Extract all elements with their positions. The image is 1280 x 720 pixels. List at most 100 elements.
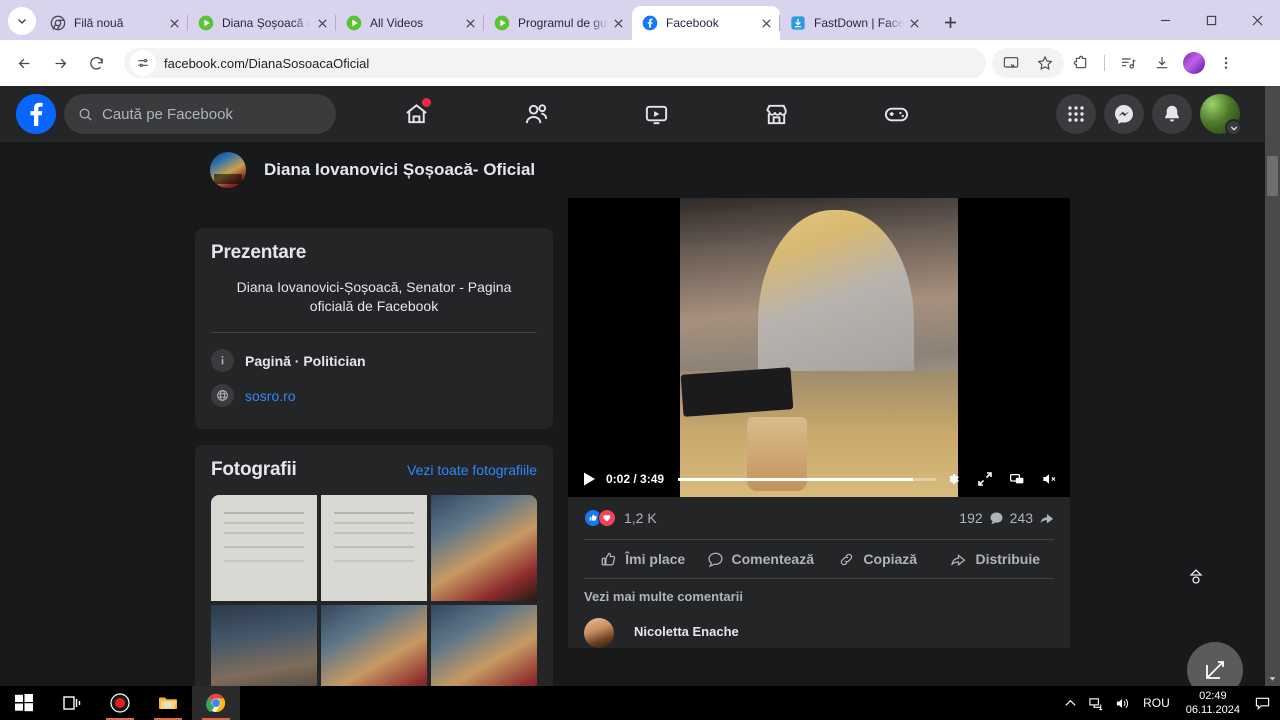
photo-thumbnail[interactable] bbox=[211, 605, 317, 686]
kebab-menu-icon[interactable] bbox=[1211, 48, 1241, 78]
new-tab-button[interactable] bbox=[936, 8, 964, 36]
chevron-down-icon bbox=[18, 19, 26, 24]
close-icon[interactable] bbox=[904, 13, 924, 33]
photo-thumbnail[interactable] bbox=[211, 495, 317, 601]
about-website-link[interactable]: sosro.ro bbox=[245, 388, 296, 404]
close-icon[interactable] bbox=[312, 13, 332, 33]
nav-home[interactable] bbox=[356, 90, 476, 138]
chrome-taskbar-icon[interactable] bbox=[192, 686, 240, 720]
reload-button[interactable] bbox=[80, 47, 112, 79]
reaction-icons[interactable] bbox=[584, 509, 616, 527]
marketplace-icon bbox=[765, 104, 787, 124]
account-avatar[interactable] bbox=[1200, 94, 1242, 136]
nav-video[interactable] bbox=[596, 90, 716, 138]
copy-link-button[interactable]: Copiază bbox=[819, 551, 937, 568]
share-label: Distribuie bbox=[975, 551, 1041, 567]
network-icon[interactable] bbox=[1083, 686, 1109, 720]
address-bar[interactable]: facebook.com/DianaSosoacaOficial bbox=[124, 48, 986, 78]
mute-volume-icon[interactable] bbox=[1036, 466, 1062, 492]
share-button[interactable]: Distribuie bbox=[937, 551, 1055, 568]
comment-button[interactable]: Comentează bbox=[702, 551, 820, 568]
fullscreen-icon[interactable] bbox=[972, 466, 998, 492]
action-center-icon[interactable] bbox=[1248, 686, 1276, 720]
share-count[interactable]: 243 bbox=[1010, 510, 1033, 526]
settings-gear-icon[interactable] bbox=[940, 466, 966, 492]
page-avatar[interactable] bbox=[210, 152, 246, 188]
browser-tab-active[interactable]: Facebook bbox=[632, 6, 780, 40]
scroll-down-arrow-icon[interactable] bbox=[1265, 671, 1280, 686]
browser-tab[interactable]: Filă nouă bbox=[40, 6, 188, 40]
close-icon[interactable] bbox=[460, 13, 480, 33]
gaming-icon bbox=[884, 107, 908, 121]
page-content: Prezentare Diana Iovanovici-Șoșoacă, Sen… bbox=[0, 198, 1280, 686]
close-icon[interactable] bbox=[756, 13, 776, 33]
video-icon bbox=[645, 105, 667, 124]
file-explorer-icon[interactable] bbox=[144, 686, 192, 720]
notifications-icon[interactable] bbox=[1152, 94, 1192, 134]
about-category-row: Pagină · Politician bbox=[211, 343, 537, 378]
url-text: facebook.com/DianaSosoacaOficial bbox=[164, 55, 370, 71]
picture-in-picture-icon[interactable] bbox=[1004, 466, 1030, 492]
download-blue-icon bbox=[790, 15, 806, 31]
browser-tab[interactable]: Diana Șoșoacă - D bbox=[187, 6, 336, 40]
like-button[interactable]: Îmi place bbox=[584, 551, 702, 568]
record-icon[interactable] bbox=[96, 686, 144, 720]
about-website-row[interactable]: sosro.ro bbox=[211, 378, 537, 413]
bookmark-star-icon[interactable] bbox=[1030, 48, 1060, 78]
video-player[interactable]: 0:02 / 3:49 bbox=[568, 198, 1070, 497]
divider bbox=[211, 332, 537, 333]
tab-search-button[interactable] bbox=[8, 7, 36, 35]
comment-count[interactable]: 192 bbox=[959, 510, 982, 526]
post-actions: Îmi place Comentează Copiază Distribuie bbox=[584, 539, 1054, 579]
photo-thumbnail[interactable] bbox=[431, 495, 537, 601]
photo-thumbnail[interactable] bbox=[321, 605, 427, 686]
close-icon[interactable] bbox=[164, 13, 184, 33]
like-label: Îmi place bbox=[625, 551, 686, 567]
language-indicator[interactable]: ROU bbox=[1143, 696, 1170, 710]
facebook-logo-icon[interactable] bbox=[16, 94, 56, 134]
forward-button[interactable] bbox=[44, 47, 76, 79]
browser-tab[interactable]: FastDown | Facebo bbox=[779, 6, 928, 40]
messenger-icon[interactable] bbox=[1104, 94, 1144, 134]
see-all-photos-link[interactable]: Vezi toate fotografiile bbox=[407, 462, 537, 478]
compose-button[interactable] bbox=[1187, 642, 1243, 686]
media-list-icon[interactable] bbox=[1113, 48, 1143, 78]
browser-tab[interactable]: All Videos bbox=[335, 6, 484, 40]
photo-thumbnail[interactable] bbox=[321, 495, 427, 601]
cast-icon[interactable] bbox=[996, 48, 1026, 78]
reactions-row: 1,2 K 192 243 bbox=[568, 497, 1070, 539]
downloads-icon[interactable] bbox=[1147, 48, 1177, 78]
comment-author[interactable]: Nicoletta Enache bbox=[634, 624, 739, 639]
page-scrollbar[interactable] bbox=[1265, 86, 1280, 686]
browser-tab[interactable]: Programul de guve bbox=[483, 6, 632, 40]
close-icon[interactable] bbox=[1234, 4, 1280, 36]
nav-friends[interactable] bbox=[476, 90, 596, 138]
extensions-icon[interactable] bbox=[1066, 48, 1096, 78]
facebook-top-bar: Caută pe Facebook bbox=[0, 86, 1280, 142]
clock[interactable]: 02:49 06.11.2024 bbox=[1186, 689, 1240, 717]
windows-start-icon[interactable] bbox=[0, 686, 48, 720]
photo-thumbnail[interactable] bbox=[431, 605, 537, 686]
see-more-comments-link[interactable]: Vezi mai multe comentarii bbox=[584, 589, 1054, 604]
profile-avatar[interactable] bbox=[1183, 52, 1205, 74]
chevron-up-icon[interactable] bbox=[1057, 686, 1083, 720]
close-icon[interactable] bbox=[608, 13, 628, 33]
clock-time: 02:49 bbox=[1199, 690, 1227, 702]
site-settings-icon[interactable] bbox=[130, 50, 156, 76]
nav-marketplace[interactable] bbox=[716, 90, 836, 138]
maximize-icon[interactable] bbox=[1188, 4, 1234, 36]
search-input[interactable]: Caută pe Facebook bbox=[64, 94, 336, 134]
menu-grid-icon[interactable] bbox=[1056, 94, 1096, 134]
task-view-icon[interactable] bbox=[48, 686, 96, 720]
back-button[interactable] bbox=[8, 47, 40, 79]
about-description: Diana Iovanovici-Șoșoacă, Senator - Pagi… bbox=[236, 279, 512, 314]
video-right-controls bbox=[940, 466, 1062, 492]
minimize-icon[interactable] bbox=[1142, 4, 1188, 36]
about-title: Prezentare bbox=[211, 242, 307, 263]
avatar[interactable] bbox=[584, 618, 614, 648]
video-progress-bar[interactable] bbox=[678, 477, 936, 481]
play-icon[interactable] bbox=[576, 466, 602, 492]
nav-gaming[interactable] bbox=[836, 90, 956, 138]
volume-icon[interactable] bbox=[1109, 686, 1135, 720]
scrollbar-thumb[interactable] bbox=[1267, 156, 1278, 196]
